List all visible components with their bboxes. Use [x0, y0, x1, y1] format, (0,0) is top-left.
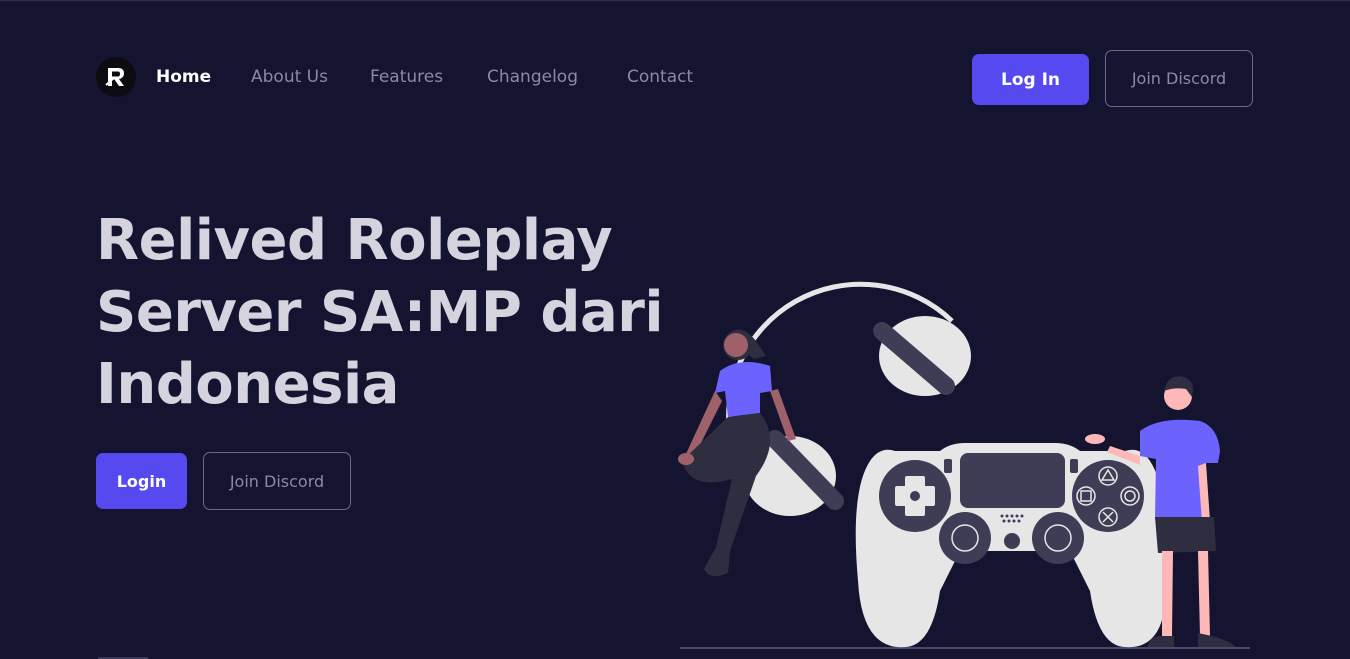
hero-title-line: Server SA:MP dari	[96, 280, 664, 345]
nav-contact-link[interactable]: Contact	[627, 67, 693, 87]
logo-glyph	[105, 68, 124, 86]
hero-title: Relived Roleplay Server SA:MP dari Indon…	[96, 205, 664, 421]
relived-r-logo-icon[interactable]	[96, 57, 136, 97]
hero-title-line: Indonesia	[96, 352, 399, 417]
hero-title-line: Relived Roleplay	[96, 208, 613, 273]
nav-login-button[interactable]: Log In	[972, 54, 1089, 105]
hero-join-discord-button[interactable]: Join Discord	[203, 452, 351, 510]
top-navigation: Home About Us Features Changelog Contact…	[96, 1, 1254, 157]
nav-changelog-link[interactable]: Changelog	[487, 67, 578, 87]
nav-features-link[interactable]: Features	[370, 67, 443, 87]
nav-about-us-link[interactable]: About Us	[251, 67, 328, 87]
illustration-svg	[678, 281, 1250, 649]
hero-login-button[interactable]: Login	[96, 453, 187, 509]
nav-home-link[interactable]: Home	[156, 67, 211, 87]
landing-page: Home About Us Features Changelog Contact…	[0, 0, 1350, 659]
gamers-with-controller-illustration	[670, 251, 1260, 656]
nav-join-discord-button[interactable]: Join Discord	[1105, 50, 1253, 107]
